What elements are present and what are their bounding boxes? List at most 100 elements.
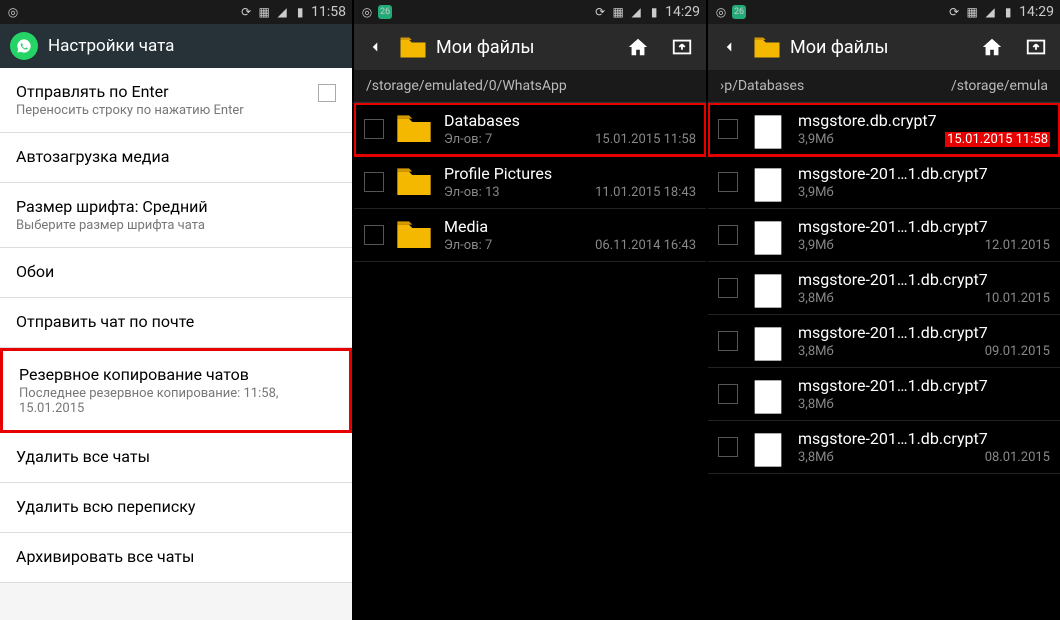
setting-subtitle: Переносить строку по нажатию Enter	[16, 103, 244, 118]
file-name: msgstore-201…1.db.crypt7	[798, 217, 1050, 236]
home-icon[interactable]	[620, 29, 656, 65]
file-date: 06.11.2014 16:43	[595, 238, 696, 253]
setting-title: Автозагрузка медиа	[16, 147, 336, 166]
sync-icon: ⟳	[593, 5, 607, 19]
file-meta: Эл-ов: 715.01.2015 11:58	[444, 132, 696, 147]
phone-1: ◎ ⟳ ▦ ◢ ▮ 11:58 Настройки чата Отправлят…	[0, 0, 352, 620]
whatsapp-header: Настройки чата	[0, 24, 352, 68]
status-time: 11:58	[311, 4, 346, 20]
folder-icon	[398, 35, 428, 59]
setting-item[interactable]: Резервное копирование чатовПоследнее рез…	[0, 348, 352, 433]
file-row[interactable]: msgstore-201…1.db.crypt7 3,8Мб 09.01.2015	[708, 315, 1060, 368]
setting-item[interactable]: Удалить все чаты	[0, 433, 352, 483]
file-name: msgstore-201…1.db.crypt7	[798, 323, 1050, 342]
file-date: 09.01.2015	[985, 344, 1050, 359]
home-icon[interactable]	[974, 29, 1010, 65]
nfc-icon: ▦	[257, 5, 271, 19]
file-icon	[748, 430, 788, 464]
file-name: msgstore-201…1.db.crypt7	[798, 164, 1050, 183]
file-info: msgstore-201…1.db.crypt73,8Мб10.01.2015	[798, 270, 1050, 306]
setting-item[interactable]: Размер шрифта: Средний Выберите размер шр…	[0, 183, 352, 248]
badge-icon: 26	[378, 5, 392, 19]
file-name: msgstore.db.crypt7	[798, 111, 1050, 130]
path-left: ›p/Databases	[720, 78, 804, 94]
checkbox[interactable]	[718, 278, 738, 298]
sync-icon: ⟳	[947, 5, 961, 19]
setting-item[interactable]: Архивировать все чаты	[0, 533, 352, 583]
file-meta: 3,8Мб08.01.2015	[798, 450, 1050, 465]
setting-title: Размер шрифта: Средний	[16, 197, 336, 216]
file-row[interactable]: msgstore.db.crypt7 3,9Мб15.01.2015 11:58	[708, 103, 1060, 156]
file-row[interactable]: Media Эл-ов: 7 06.11.2014 16:43	[354, 209, 706, 262]
checkbox[interactable]	[364, 225, 384, 245]
setting-item[interactable]: Обои	[0, 248, 352, 298]
status-bar: ◎ 26 ⟳ ▦ ◢ ▮ 14:29	[354, 0, 706, 24]
file-row[interactable]: msgstore-201…1.db.crypt7 3,9Мб	[708, 156, 1060, 209]
back-icon[interactable]	[714, 32, 744, 62]
path-right: /storage/emula	[804, 78, 1048, 94]
file-row[interactable]: msgstore-201…1.db.crypt7 3,9Мб 12.01.2015	[708, 209, 1060, 262]
setting-subtitle: Выберите размер шрифта чата	[16, 218, 336, 233]
checkbox[interactable]	[718, 331, 738, 351]
checkbox[interactable]	[718, 225, 738, 245]
file-icon	[748, 218, 788, 252]
file-row[interactable]: msgstore-201…1.db.crypt73,8Мб	[708, 368, 1060, 421]
checkbox[interactable]	[318, 84, 336, 102]
file-row[interactable]: msgstore-201…1.db.crypt73,8Мб10.01.2015	[708, 262, 1060, 315]
file-size: 3,9Мб	[798, 185, 834, 200]
checkbox[interactable]	[718, 119, 738, 139]
back-icon[interactable]	[360, 32, 390, 62]
file-size: 3,8Мб	[798, 344, 834, 359]
file-size: Эл-ов: 13	[444, 185, 500, 200]
file-size: 3,9Мб	[798, 238, 834, 253]
setting-subtitle: Последнее резервное копирование: 11:58, …	[19, 386, 333, 416]
file-info: msgstore-201…1.db.crypt7 3,9Мб	[798, 164, 1050, 200]
file-icon	[748, 324, 788, 358]
whatsapp-logo-icon	[10, 32, 38, 60]
file-icon	[748, 112, 788, 146]
file-row[interactable]: msgstore-201…1.db.crypt7 3,8Мб08.01.2015	[708, 421, 1060, 474]
file-meta: 3,8Мб	[798, 397, 1050, 412]
file-size: 3,8Мб	[798, 397, 834, 412]
file-list[interactable]: Databases Эл-ов: 715.01.2015 11:58 Profile…	[354, 103, 706, 620]
file-size: Эл-ов: 7	[444, 238, 492, 253]
setting-item[interactable]: Автозагрузка медиа	[0, 133, 352, 183]
settings-list[interactable]: Отправлять по Enter Переносить строку по …	[0, 68, 352, 620]
file-meta: 3,9Мб15.01.2015 11:58	[798, 132, 1050, 147]
file-size: 3,8Мб	[798, 450, 834, 465]
setting-title: Обои	[16, 262, 336, 281]
file-name: Media	[444, 217, 696, 236]
file-info: msgstore-201…1.db.crypt7 3,8Мб08.01.2015	[798, 429, 1050, 465]
checkbox[interactable]	[364, 119, 384, 139]
checkbox[interactable]	[718, 384, 738, 404]
up-icon[interactable]	[664, 29, 700, 65]
file-meta: Эл-ов: 7 06.11.2014 16:43	[444, 238, 696, 253]
badge-icon: 26	[732, 5, 746, 19]
file-date: 12.01.2015	[985, 238, 1050, 253]
setting-item[interactable]: Отправить чат по почте	[0, 298, 352, 348]
up-icon[interactable]	[1018, 29, 1054, 65]
battery-icon: ▮	[647, 5, 661, 19]
file-meta: 3,9Мб 12.01.2015	[798, 238, 1050, 253]
nfc-icon: ▦	[611, 5, 625, 19]
file-name: Databases	[444, 111, 696, 130]
file-icon	[748, 377, 788, 411]
battery-icon: ▮	[293, 5, 307, 19]
file-row[interactable]: Databases Эл-ов: 715.01.2015 11:58	[354, 103, 706, 156]
checkbox[interactable]	[364, 172, 384, 192]
setting-item[interactable]: Удалить всю переписку	[0, 483, 352, 533]
checkbox[interactable]	[718, 437, 738, 457]
setting-title: Отправлять по Enter	[16, 82, 244, 101]
folder-icon	[394, 165, 434, 199]
checkbox[interactable]	[718, 172, 738, 192]
setting-item[interactable]: Отправлять по Enter Переносить строку по …	[0, 68, 352, 133]
phone-3: ◎ 26 ⟳ ▦ ◢ ▮ 14:29 Мои файлы ›p/Database…	[708, 0, 1060, 620]
file-list[interactable]: msgstore.db.crypt73,9Мб15.01.2015 11:58m…	[708, 103, 1060, 620]
file-size: 3,8Мб	[798, 291, 834, 306]
file-size: Эл-ов: 7	[444, 132, 492, 147]
file-name: Profile Pictures	[444, 164, 696, 183]
file-row[interactable]: Profile PicturesЭл-ов: 1311.01.2015 18:4…	[354, 156, 706, 209]
phone-2: ◎ 26 ⟳ ▦ ◢ ▮ 14:29 Мои файлы /storage/em…	[354, 0, 706, 620]
app-notify-icon: ◎	[360, 5, 374, 19]
file-name: msgstore-201…1.db.crypt7	[798, 429, 1050, 448]
